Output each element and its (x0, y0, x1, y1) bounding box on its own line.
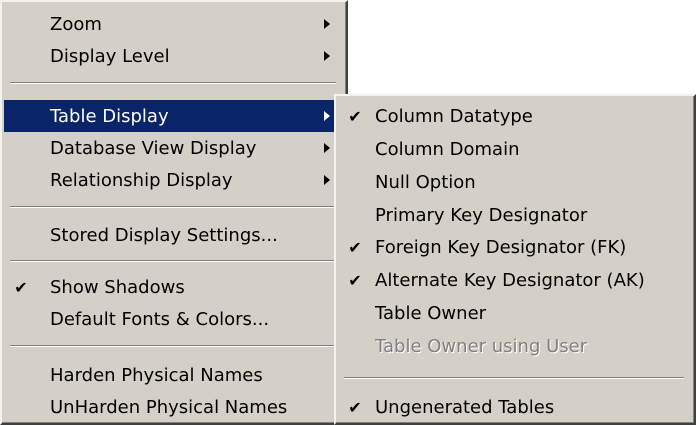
submenu-arrow-icon (324, 111, 330, 121)
menu-item-zoom[interactable]: Zoom (4, 8, 342, 40)
menu-item-display-level[interactable]: Display Level (4, 40, 342, 72)
table-display-submenu: ✔ Column Datatype Column Domain Null Opt… (334, 94, 696, 425)
submenu-item-primary-key-designator[interactable]: Primary Key Designator (338, 199, 690, 231)
menu-item-database-view-display[interactable]: Database View Display (4, 132, 342, 164)
submenu-item-table-owner[interactable]: Table Owner (338, 297, 690, 329)
menu-item-label: Show Shadows (50, 276, 185, 298)
menu-item-label: Foreign Key Designator (FK) (375, 236, 627, 258)
submenu-item-ungenerated-tables[interactable]: ✔ Ungenerated Tables (338, 391, 690, 423)
menu-separator (10, 345, 336, 347)
submenu-item-null-option[interactable]: Null Option (338, 166, 690, 198)
menu-item-unharden-physical-names[interactable]: UnHarden Physical Names (4, 391, 342, 423)
menu-item-default-fonts-colors[interactable]: Default Fonts & Colors... (4, 303, 342, 335)
menu-item-harden-physical-names[interactable]: Harden Physical Names (4, 359, 342, 391)
menu-item-relationship-display[interactable]: Relationship Display (4, 164, 342, 196)
menu-item-label: Harden Physical Names (50, 364, 263, 386)
menu-item-label: Column Domain (375, 138, 520, 160)
menu-separator (344, 377, 684, 379)
menu-separator (10, 206, 336, 208)
menu-item-label: Primary Key Designator (375, 204, 588, 226)
menu-item-label: Display Level (50, 45, 170, 67)
menu-item-label: Alternate Key Designator (AK) (375, 269, 645, 291)
menu-separator (10, 82, 336, 84)
submenu-arrow-icon (324, 143, 330, 153)
submenu-item-foreign-key-designator[interactable]: ✔ Foreign Key Designator (FK) (338, 231, 690, 263)
checkmark-icon: ✔ (348, 106, 362, 126)
checkmark-icon: ✔ (348, 397, 362, 417)
menu-item-label: UnHarden Physical Names (50, 396, 288, 418)
menu-item-label: Default Fonts & Colors... (50, 308, 270, 330)
menu-item-table-display[interactable]: Table Display (4, 100, 342, 132)
menu-item-label: Database View Display (50, 137, 257, 159)
menu-item-stored-display-settings[interactable]: Stored Display Settings... (4, 219, 342, 251)
submenu-item-column-datatype[interactable]: ✔ Column Datatype (338, 100, 690, 132)
menu-item-label: Ungenerated Tables (375, 396, 555, 418)
submenu-item-alternate-key-designator[interactable]: ✔ Alternate Key Designator (AK) (338, 264, 690, 296)
menu-separator (10, 260, 336, 262)
submenu-item-column-domain[interactable]: Column Domain (338, 133, 690, 165)
submenu-arrow-icon (324, 175, 330, 185)
menu-item-label: Stored Display Settings... (50, 224, 278, 246)
menu-item-label: Table Display (50, 105, 169, 127)
submenu-arrow-icon (324, 51, 330, 61)
submenu-item-table-owner-using-user: Table Owner using User (338, 330, 690, 362)
menu-item-label: Table Owner using User (375, 335, 588, 357)
menu-item-label: Null Option (375, 171, 476, 193)
menu-item-show-shadows[interactable]: ✔ Show Shadows (4, 271, 342, 303)
menu-item-label: Table Owner (375, 302, 487, 324)
submenu-arrow-icon (324, 19, 330, 29)
menu-item-label: Column Datatype (375, 105, 533, 127)
menu-item-label: Zoom (50, 13, 102, 35)
context-menu: Zoom Display Level Table Display Databas… (0, 0, 348, 425)
checkmark-icon: ✔ (348, 270, 362, 290)
menu-item-label: Relationship Display (50, 169, 233, 191)
checkmark-icon: ✔ (14, 277, 28, 297)
checkmark-icon: ✔ (348, 237, 362, 257)
